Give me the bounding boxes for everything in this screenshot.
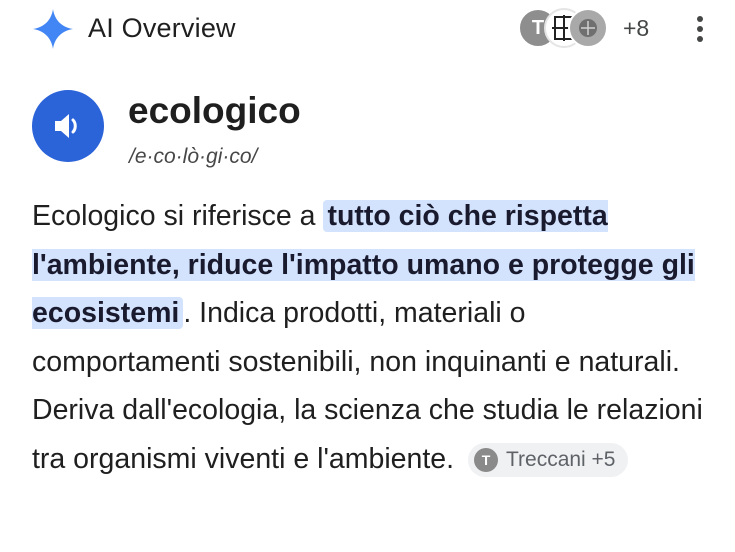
overview-text: Ecologico si riferisce a tutto ciò che r… (32, 192, 712, 483)
phonetic-transcription: /e·co·lò·gi·co/ (129, 145, 258, 168)
highlight-line-2: l'ambiente, riduce l'impatto umano e (32, 248, 524, 281)
overview-intro: Ecologico si riferisce a (32, 200, 324, 232)
source-chip-label: Treccani +5 (505, 447, 616, 471)
speaker-icon (55, 114, 77, 138)
more-sources-count[interactable]: +8 (623, 15, 649, 42)
source-avatar-third[interactable] (568, 8, 608, 48)
source-chip[interactable]: T Treccani +5 (467, 442, 628, 477)
highlight-line-1: tutto ciò che rispetta (327, 200, 608, 232)
more-options-icon[interactable] (690, 14, 710, 44)
pronunciation-button[interactable] (32, 90, 104, 162)
ai-overview-header: AI Overview T +8 (0, 0, 735, 60)
definition-word: ecologico (128, 90, 301, 131)
globe-icon (579, 19, 597, 37)
ai-overview-title: AI Overview (88, 13, 236, 43)
gemini-sparkle-icon (33, 9, 73, 49)
treccani-icon: T (473, 447, 498, 472)
source-avatars[interactable]: T (518, 8, 618, 50)
